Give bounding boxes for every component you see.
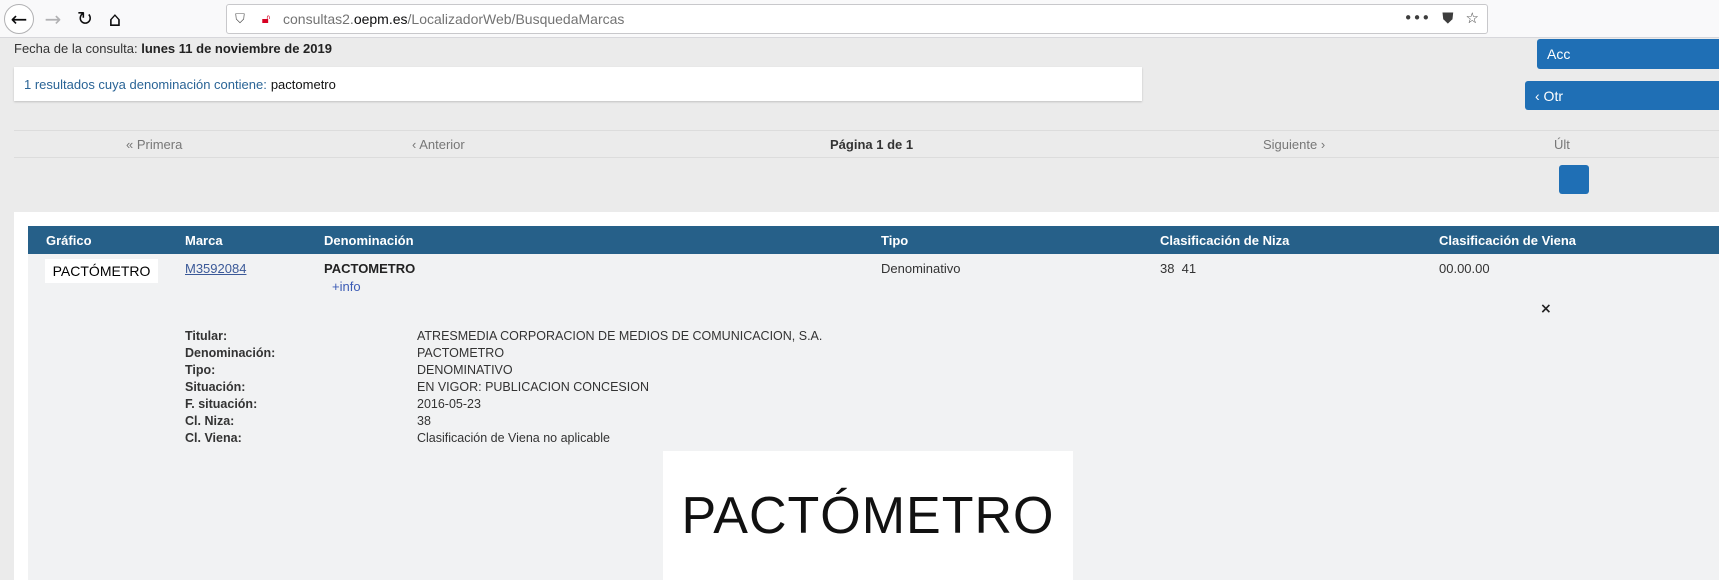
detail-row-fecha-situacion: F. situación: 2016-05-23 xyxy=(185,397,481,411)
trademark-image: PACTÓMETRO xyxy=(663,451,1073,580)
col-marca[interactable]: Marca xyxy=(185,233,223,248)
col-niza[interactable]: Clasificación de Niza xyxy=(1160,233,1289,248)
browser-toolbar: ← → ↻ ⌂ ⛉ 🔓︎ consultas2.oepm.es/Localiza… xyxy=(0,0,1719,38)
previous-page-link[interactable]: ‹ Anterior xyxy=(412,137,465,152)
url-text[interactable]: consultas2.oepm.es/LocalizadorWeb/Busque… xyxy=(283,11,624,27)
back-arrow-icon[interactable]: ← xyxy=(4,4,34,34)
bookmark-star-icon[interactable]: ☆ xyxy=(1466,9,1479,27)
results-summary: 1 resultados cuya denominación contiene:… xyxy=(14,67,1142,101)
detail-row-cl-niza: Cl. Niza: 38 xyxy=(185,414,431,428)
col-denominacion[interactable]: Denominación xyxy=(324,233,414,248)
page-actions-icon[interactable]: ••• xyxy=(1404,9,1431,27)
trademark-number-link[interactable]: M3592084 xyxy=(185,261,246,276)
nice-classification: 38 41 xyxy=(1160,261,1197,276)
pagination: « Primera ‹ Anterior Página 1 de 1 Sigui… xyxy=(14,130,1719,158)
detail-row-situacion: Situación: EN VIGOR: PUBLICACION CONCESI… xyxy=(185,380,649,394)
detail-row-denominacion: Denominación: PACTOMETRO xyxy=(185,346,505,360)
first-page-link[interactable]: « Primera xyxy=(126,137,182,152)
col-grafico[interactable]: Gráfico xyxy=(46,233,92,248)
access-button[interactable]: Acc xyxy=(1537,39,1719,69)
detail-row-tipo: Tipo: DENOMINATIVO xyxy=(185,363,513,377)
col-viena[interactable]: Clasificación de Viena xyxy=(1439,233,1576,248)
more-info-link[interactable]: +info xyxy=(332,279,361,294)
address-bar[interactable]: ⛉ 🔓︎ consultas2.oepm.es/LocalizadorWeb/B… xyxy=(226,4,1488,34)
other-search-button[interactable]: ‹ Otr xyxy=(1525,81,1719,110)
export-button[interactable] xyxy=(1559,165,1589,194)
next-page-link[interactable]: Siguiente › xyxy=(1263,137,1325,152)
trademark-thumbnail: PACTÓMETRO xyxy=(45,259,158,283)
detail-row-titular: Titular: ATRESMEDIA CORPORACION DE MEDIO… xyxy=(185,329,823,343)
forward-arrow-icon[interactable]: → xyxy=(38,4,68,34)
results-table-header: Gráfico Marca Denominación Tipo Clasific… xyxy=(28,226,1719,254)
current-page-indicator: Página 1 de 1 xyxy=(830,137,914,152)
reload-icon[interactable]: ↻ xyxy=(70,4,100,34)
trademark-type: Denominativo xyxy=(881,261,961,276)
shield-icon[interactable]: ⛉ xyxy=(227,12,253,27)
pocket-icon[interactable]: ⛊ xyxy=(1442,9,1453,27)
vienna-classification: 00.00.00 xyxy=(1439,261,1490,276)
trademark-denomination: PACTOMETRO xyxy=(324,261,416,276)
home-icon[interactable]: ⌂ xyxy=(100,4,130,34)
insecure-lock-icon[interactable]: 🔓︎ xyxy=(253,12,279,27)
search-term: pactometro xyxy=(270,76,336,92)
results-summary-label: 1 resultados cuya denominación contiene: xyxy=(24,76,267,92)
col-tipo[interactable]: Tipo xyxy=(881,233,908,248)
detail-row-cl-viena: Cl. Viena: Clasificación de Viena no apl… xyxy=(185,431,610,445)
close-details-icon[interactable]: × xyxy=(1540,301,1552,317)
query-date: Fecha de la consulta: lunes 11 de noviem… xyxy=(14,41,332,56)
last-page-link[interactable]: Últ xyxy=(1554,137,1570,152)
trademark-details: Titular: ATRESMEDIA CORPORACION DE MEDIO… xyxy=(185,329,985,448)
